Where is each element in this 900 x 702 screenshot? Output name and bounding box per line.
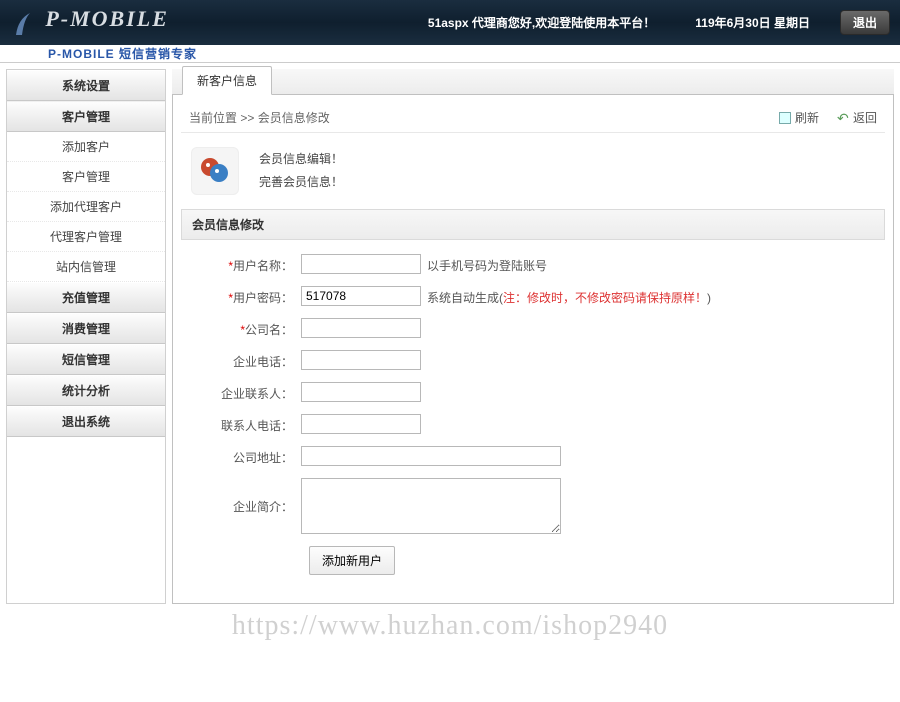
address-input[interactable] — [301, 446, 561, 466]
header-info: 51aspx 代理商您好,欢迎登陆使用本平台！ 119年6月30日 星期日 — [428, 14, 810, 31]
back-icon — [837, 112, 849, 124]
phone-input[interactable] — [301, 350, 421, 370]
sidebar-cat-sms[interactable]: 短信管理 — [7, 344, 165, 375]
tabs: 新客户信息 — [172, 69, 894, 95]
sidebar-sub-add-agent[interactable]: 添加代理客户 — [7, 192, 165, 222]
company-label: *公司名： — [191, 318, 301, 338]
password-input[interactable] — [301, 286, 421, 306]
contact-phone-label: 联系人电话： — [191, 414, 301, 434]
username-label: *用户名称： — [191, 254, 301, 274]
company-input[interactable] — [301, 318, 421, 338]
info-text: 会员信息编辑！ 完善会员信息！ — [259, 148, 343, 194]
sidebar-cat-stats[interactable]: 统计分析 — [7, 375, 165, 406]
username-input[interactable] — [301, 254, 421, 274]
avatar-icon — [191, 147, 239, 195]
refresh-icon — [779, 112, 791, 124]
sidebar-sub-agent-manage[interactable]: 代理客户管理 — [7, 222, 165, 252]
panel: 当前位置 >> 会员信息修改 刷新 返回 — [172, 95, 894, 604]
sidebar: 系统设置 客户管理 添加客户 客户管理 添加代理客户 代理客户管理 站内信管理 … — [6, 69, 166, 604]
sub-header: P-MOBILE 短信营销专家 — [0, 45, 900, 63]
sidebar-cat-customer[interactable]: 客户管理 — [7, 101, 165, 132]
tab-new-customer[interactable]: 新客户信息 — [182, 66, 272, 95]
refresh-link[interactable]: 刷新 — [779, 109, 819, 126]
submit-button[interactable]: 添加新用户 — [309, 546, 395, 575]
info-row: 会员信息编辑！ 完善会员信息！ — [181, 133, 885, 209]
subtitle-text: P-MOBILE 短信营销专家 — [48, 47, 197, 61]
watermark: https://www.huzhan.com/ishop2940 — [232, 610, 668, 642]
intro-label: 企业简介： — [191, 478, 301, 515]
form-area: *用户名称： 以手机号码为登陆账号 *用户密码： 系统自动生成(注：修改时，不修… — [181, 240, 885, 595]
phone-label: 企业电话： — [191, 350, 301, 370]
sidebar-cat-recharge[interactable]: 充值管理 — [7, 282, 165, 313]
password-hint: 系统自动生成(注：修改时，不修改密码请保持原样！) — [427, 286, 711, 306]
date-text: 119年6月30日 星期日 — [695, 14, 810, 31]
contact-label: 企业联系人： — [191, 382, 301, 402]
header: P-MOBILE 51aspx 代理商您好,欢迎登陆使用本平台！ 119年6月3… — [0, 0, 900, 45]
logo-icon — [10, 9, 38, 37]
info-line-1: 会员信息编辑！ — [259, 148, 343, 171]
welcome-text: 51aspx 代理商您好,欢迎登陆使用本平台！ — [428, 14, 655, 31]
logo-area: P-MOBILE — [10, 8, 169, 37]
sidebar-sub-message-manage[interactable]: 站内信管理 — [7, 252, 165, 282]
logo-text: P-MOBILE — [45, 6, 169, 31]
breadcrumb: 当前位置 >> 会员信息修改 — [189, 109, 330, 126]
sidebar-cat-exit[interactable]: 退出系统 — [7, 406, 165, 437]
username-hint: 以手机号码为登陆账号 — [427, 254, 547, 274]
main-panel: 新客户信息 当前位置 >> 会员信息修改 刷新 返回 — [172, 69, 894, 604]
sidebar-sub-add-customer[interactable]: 添加客户 — [7, 132, 165, 162]
intro-textarea[interactable] — [301, 478, 561, 534]
logout-button[interactable]: 退出 — [840, 10, 890, 35]
password-label: *用户密码： — [191, 286, 301, 306]
contact-input[interactable] — [301, 382, 421, 402]
contact-phone-input[interactable] — [301, 414, 421, 434]
back-link[interactable]: 返回 — [837, 109, 877, 126]
info-line-2: 完善会员信息！ — [259, 171, 343, 194]
breadcrumb-row: 当前位置 >> 会员信息修改 刷新 返回 — [181, 103, 885, 133]
section-title: 会员信息修改 — [181, 209, 885, 240]
address-label: 公司地址： — [191, 446, 301, 466]
sidebar-sub-customer-manage[interactable]: 客户管理 — [7, 162, 165, 192]
sidebar-cat-consume[interactable]: 消费管理 — [7, 313, 165, 344]
sidebar-cat-system[interactable]: 系统设置 — [7, 70, 165, 101]
